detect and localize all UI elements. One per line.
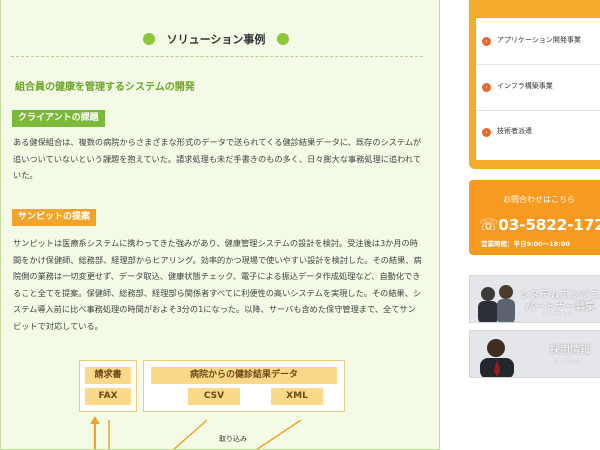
arrow-right-icon: ›	[482, 128, 491, 137]
phone-number: ☏03-5822-1720	[479, 216, 600, 234]
sidebar-item-label: インフラ構築事業	[497, 82, 553, 90]
recruit-banner-title: 採用情報	[550, 345, 590, 356]
partner-banner[interactable]: システムエンジニア パートナー募集 PARTNER	[469, 275, 600, 323]
recruit-banner-caption: RECRUIT	[553, 359, 582, 365]
arrow-right-icon: ›	[482, 83, 491, 92]
import-note: 取り込み	[219, 435, 247, 443]
diagram-arrows	[90, 416, 302, 449]
sidebar-item-dispatch[interactable]: › 技術者派遣	[482, 124, 532, 138]
arrow-line-csv	[172, 419, 208, 449]
contact-banner[interactable]: お問合わせはこちら ☏03-5822-1720 営業時間：平日9:00〜18:0…	[469, 180, 600, 255]
sidebar-separator	[476, 110, 600, 111]
phone-icon: ☏	[479, 216, 499, 234]
arrow-line-xml	[256, 419, 302, 449]
main-content-panel: ソリューション事例 組合員の健康を管理するシステムの開発 クライアントの課題 あ…	[0, 0, 440, 450]
sidebar-item-label: 技術者派遣	[497, 127, 532, 135]
arrow-right-icon: ›	[482, 37, 491, 46]
partner-banner-subtitle: パートナー募集	[525, 302, 595, 313]
arrow-head-left	[90, 416, 100, 424]
sidebar-item-application[interactable]: › アプリケーション開発事業	[482, 33, 581, 47]
recruit-banner[interactable]: 採用情報 RECRUIT	[469, 330, 600, 378]
sidebar-item-infra[interactable]: › インフラ構築事業	[482, 79, 553, 93]
partner-banner-caption: PARTNER	[542, 312, 572, 318]
business-hours: 営業時間：平日9:00〜18:00	[481, 240, 570, 248]
contact-title: お問合わせはこちら	[503, 195, 575, 204]
sidebar-item-label: アプリケーション開発事業	[497, 36, 581, 44]
sidebar-separator	[476, 64, 600, 65]
